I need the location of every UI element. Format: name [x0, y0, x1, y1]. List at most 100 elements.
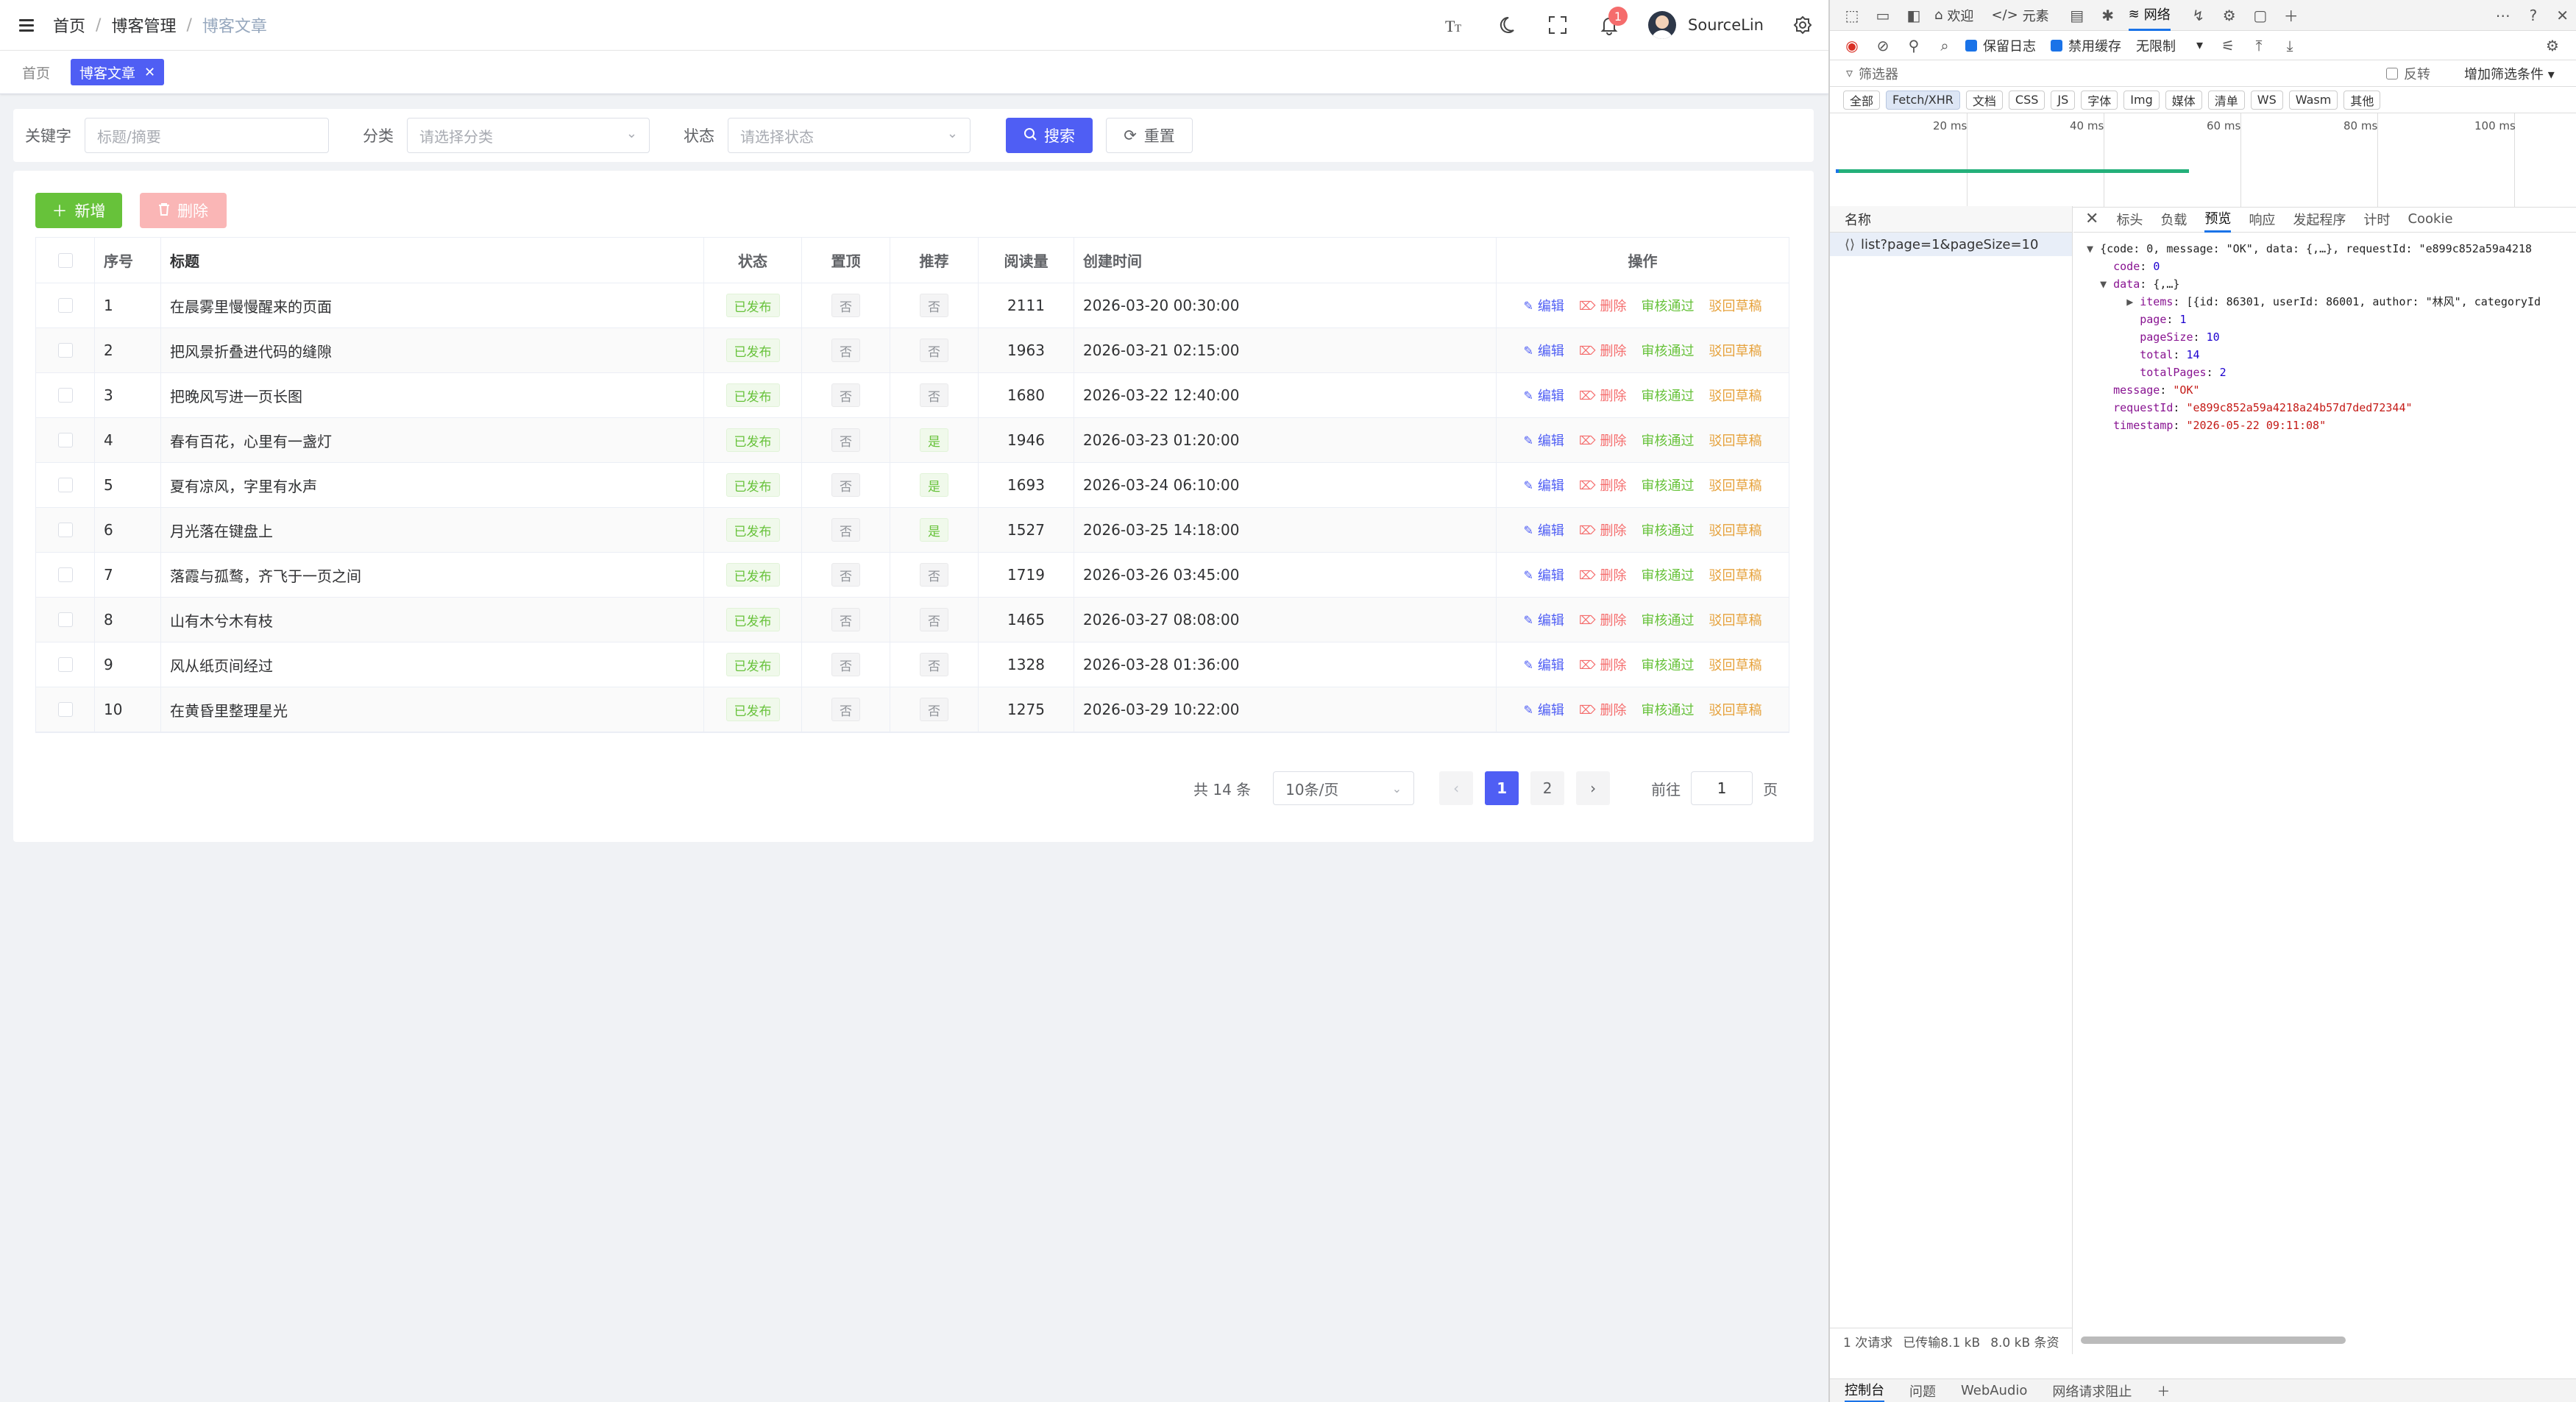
select-all-checkbox[interactable]: [57, 252, 73, 268]
edit-action[interactable]: ✎ 编辑: [1523, 655, 1564, 674]
bug-icon[interactable]: ✱: [2098, 5, 2118, 26]
json-root[interactable]: ▼ {code: 0, message: "OK", data: {,…}, r…: [2087, 240, 2576, 258]
reject-draft-action[interactable]: 驳回草稿: [1709, 296, 1762, 315]
approve-action[interactable]: 审核通过: [1642, 386, 1695, 405]
delete-action[interactable]: ⌦ 删除: [1579, 565, 1627, 584]
type-filter-11[interactable]: 其他: [2343, 90, 2381, 110]
approve-action[interactable]: 审核通过: [1642, 475, 1695, 495]
page-1-button[interactable]: 1: [1485, 771, 1519, 805]
type-filter-2[interactable]: 文档: [1965, 90, 2003, 110]
disable-cache-checkbox[interactable]: 禁用缓存: [2051, 36, 2121, 55]
delete-action[interactable]: ⌦ 删除: [1579, 386, 1627, 405]
clear-icon[interactable]: ⊘: [1873, 35, 1893, 56]
close-icon[interactable]: ✕: [144, 65, 155, 80]
filter-input[interactable]: 筛选器: [1859, 64, 1898, 83]
tab-preview[interactable]: 预览: [2204, 206, 2232, 233]
hamburger-icon[interactable]: [18, 16, 35, 34]
delete-action[interactable]: ⌦ 删除: [1579, 296, 1627, 315]
edit-action[interactable]: ✎ 编辑: [1523, 475, 1564, 495]
row-checkbox[interactable]: [57, 298, 73, 313]
tab-payload[interactable]: 负载: [2160, 206, 2187, 233]
reject-draft-action[interactable]: 驳回草稿: [1709, 475, 1762, 495]
font-size-icon[interactable]: TT: [1442, 13, 1467, 38]
type-filter-0[interactable]: 全部: [1843, 90, 1881, 110]
type-filter-8[interactable]: 清单: [2207, 90, 2245, 110]
row-checkbox[interactable]: [57, 612, 73, 627]
row-checkbox[interactable]: [57, 702, 73, 717]
type-filter-6[interactable]: Img: [2123, 90, 2160, 110]
row-checkbox[interactable]: [57, 343, 73, 358]
type-filter-9[interactable]: WS: [2250, 90, 2283, 110]
inspect-icon[interactable]: ⬚: [1842, 5, 1862, 26]
approve-action[interactable]: 审核通过: [1642, 565, 1695, 584]
row-checkbox[interactable]: [57, 388, 73, 403]
request-row[interactable]: ⟨⟩ list?page=1&pageSize=10: [1830, 233, 2072, 256]
type-filter-4[interactable]: JS: [2051, 90, 2076, 110]
search-icon[interactable]: ⌕: [1934, 35, 1955, 56]
device-toolbar-icon[interactable]: ▭: [1873, 5, 1893, 26]
type-filter-3[interactable]: CSS: [2008, 90, 2045, 110]
dock-icon[interactable]: ◧: [1903, 5, 1924, 26]
drawer-tab-issues[interactable]: 问题: [1909, 1381, 1936, 1401]
delete-action[interactable]: ⌦ 删除: [1579, 431, 1627, 450]
network-settings-icon[interactable]: ⚙: [2542, 35, 2563, 56]
tab-elements[interactable]: </> 元素: [1991, 0, 2048, 31]
approve-action[interactable]: 审核通过: [1642, 431, 1695, 450]
reject-draft-action[interactable]: 驳回草稿: [1709, 610, 1762, 629]
settings-icon[interactable]: ⚙: [2219, 5, 2240, 26]
row-checkbox[interactable]: [57, 657, 73, 672]
delete-action[interactable]: ⌦ 删除: [1579, 610, 1627, 629]
row-checkbox[interactable]: [57, 433, 73, 447]
reject-draft-action[interactable]: 驳回草稿: [1709, 386, 1762, 405]
name-column-header[interactable]: 名称: [1830, 206, 2072, 233]
reject-draft-action[interactable]: 驳回草稿: [1709, 700, 1762, 719]
drawer-tab-webaudio[interactable]: WebAudio: [1961, 1383, 2027, 1398]
throttle-select[interactable]: 无限制 ▾: [2136, 36, 2203, 55]
tab-welcome[interactable]: ⌂ 欢迎: [1934, 0, 1973, 31]
breadcrumb-blog-management[interactable]: 博客管理: [111, 13, 176, 37]
row-checkbox[interactable]: [57, 523, 73, 537]
reject-draft-action[interactable]: 驳回草稿: [1709, 341, 1762, 360]
invert-checkbox[interactable]: 反转: [2386, 64, 2430, 83]
help-icon[interactable]: ?: [2530, 7, 2538, 24]
drawer-tab-console[interactable]: 控制台: [1845, 1379, 1884, 1402]
row-checkbox[interactable]: [57, 567, 73, 582]
horizontal-scrollbar[interactable]: [2081, 1336, 2346, 1344]
gear-icon[interactable]: [1790, 13, 1815, 38]
delete-action[interactable]: ⌦ 删除: [1579, 341, 1627, 360]
edit-action[interactable]: ✎ 编辑: [1523, 700, 1564, 719]
approve-action[interactable]: 审核通过: [1642, 341, 1695, 360]
approve-action[interactable]: 审核通过: [1642, 296, 1695, 315]
row-checkbox[interactable]: [57, 478, 73, 492]
preserve-log-checkbox[interactable]: 保留日志: [1965, 36, 2036, 55]
tag-blog-articles[interactable]: 博客文章 ✕: [71, 59, 165, 85]
type-filter-5[interactable]: 字体: [2081, 90, 2118, 110]
delete-action[interactable]: ⌦ 删除: [1579, 700, 1627, 719]
filter-icon[interactable]: ⚲: [1903, 35, 1924, 56]
delete-action[interactable]: ⌦ 删除: [1579, 655, 1627, 674]
add-drawer-tab-icon[interactable]: ＋: [2157, 1381, 2170, 1401]
json-data[interactable]: ▼ data: {,…}: [2087, 275, 2576, 293]
json-items[interactable]: ▶ items: [{id: 86301, userId: 86001, aut…: [2087, 293, 2576, 311]
edit-action[interactable]: ✎ 编辑: [1523, 520, 1564, 539]
tab-network[interactable]: ≋ 网络: [2128, 0, 2171, 31]
page-size-select[interactable]: 10条/页 ⌄: [1273, 771, 1415, 805]
edit-action[interactable]: ✎ 编辑: [1523, 386, 1564, 405]
keyword-input[interactable]: 标题/摘要: [85, 118, 329, 153]
close-devtools-icon[interactable]: ✕: [2556, 7, 2569, 24]
page-2-button[interactable]: 2: [1530, 771, 1565, 805]
delete-button[interactable]: 删除: [140, 193, 227, 228]
type-filter-1[interactable]: Fetch/XHR: [1886, 90, 1960, 110]
tab-initiator[interactable]: 发起程序: [2293, 206, 2346, 233]
more-icon[interactable]: ⋯: [2496, 7, 2511, 24]
close-icon[interactable]: ✕: [2085, 206, 2098, 233]
console-icon[interactable]: ▤: [2067, 5, 2087, 26]
approve-action[interactable]: 审核通过: [1642, 520, 1695, 539]
upload-icon[interactable]: ⤒: [2249, 35, 2269, 56]
approve-action[interactable]: 审核通过: [1642, 700, 1695, 719]
approve-action[interactable]: 审核通过: [1642, 610, 1695, 629]
reject-draft-action[interactable]: 驳回草稿: [1709, 520, 1762, 539]
dark-mode-icon[interactable]: [1494, 13, 1519, 38]
user-menu[interactable]: SourceLin: [1648, 11, 1764, 39]
fullscreen-icon[interactable]: [1545, 13, 1570, 38]
